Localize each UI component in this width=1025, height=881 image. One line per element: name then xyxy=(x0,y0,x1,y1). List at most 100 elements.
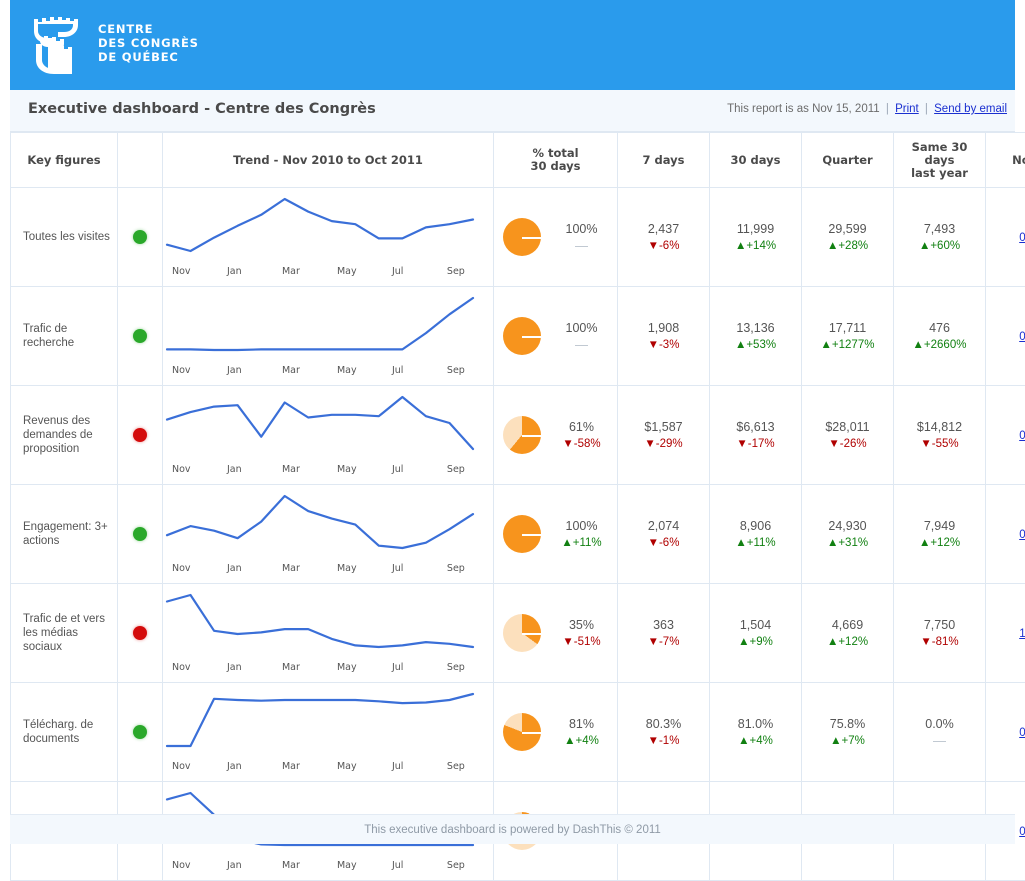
trend-arrow-icon: ▼ xyxy=(828,438,839,450)
dashboard-titlebar: Executive dashboard - Centre des Congrès… xyxy=(10,90,1015,132)
value-30-days: 1,504 xyxy=(712,616,799,634)
row-pct-total-cell: 100%— xyxy=(494,287,618,386)
notes-link[interactable]: 1 (±) xyxy=(1019,628,1025,640)
status-indicator-green-icon xyxy=(133,725,147,739)
axis-tick-jan: Jan xyxy=(218,365,273,376)
key-figures-table: Key figures Trend - Nov 2010 to Oct 2011… xyxy=(10,132,1025,881)
header-quarter: Quarter xyxy=(802,133,894,188)
delta-same-30-days: ▼-55% xyxy=(896,436,983,452)
trend-arrow-icon: ▲ xyxy=(919,240,930,252)
sparkline-chart: NovJanMarMayJulSep xyxy=(163,292,493,380)
value-30-days: 81.0% xyxy=(712,715,799,733)
row-trend-cell: NovJanMarMayJulSep xyxy=(163,188,494,287)
sparkline-axis: NovJanMarMayJulSep xyxy=(163,464,493,475)
value-same-30-days: $14,812 xyxy=(896,418,983,436)
header-status xyxy=(118,133,163,188)
row-notes-cell: 1 (±) xyxy=(986,584,1025,683)
pct-total-group: 100%▲+11% xyxy=(494,490,617,578)
notes-link[interactable]: 0 (±) xyxy=(1019,430,1025,442)
delta-30-days: ▲+14% xyxy=(712,238,799,254)
notes-count[interactable]: 0 xyxy=(1019,727,1025,739)
delta-7-days: ▼-6% xyxy=(620,535,707,551)
meta-separator-1: | xyxy=(883,103,892,115)
row-same-30-days-last-year-cell: $14,812▼-55% xyxy=(894,386,986,485)
value-7-days: 2,074 xyxy=(620,517,707,535)
table-row: Revenus des demandes de propositionNovJa… xyxy=(11,386,1025,485)
notes-count[interactable]: 0 xyxy=(1019,331,1025,343)
notes-link[interactable]: 0 (±) xyxy=(1019,727,1025,739)
row-same-30-days-last-year-cell: 7,750▼-81% xyxy=(894,584,986,683)
value-quarter: 17,711 xyxy=(804,319,891,337)
axis-tick-jan: Jan xyxy=(218,464,273,475)
pie-start-line xyxy=(522,435,541,437)
pct-total-value: 81% xyxy=(555,715,609,733)
notes-count[interactable]: 0 xyxy=(1019,430,1025,442)
row-status-cell xyxy=(118,584,163,683)
pct-total-group: 100%— xyxy=(494,193,617,281)
pct-total-value: 100% xyxy=(555,319,609,337)
value-7-days: 363 xyxy=(620,616,707,634)
notes-count[interactable]: 0 xyxy=(1019,232,1025,244)
notes-count[interactable]: 0 xyxy=(1019,529,1025,541)
delta-pct-total: — xyxy=(555,337,609,353)
value-7-days: $1,587 xyxy=(620,418,707,436)
status-indicator-green-icon xyxy=(133,329,147,343)
axis-tick-sep: Sep xyxy=(438,662,493,673)
row-label-5: Télécharg. de documents xyxy=(11,683,118,782)
pct-total-figures: 35%▼-51% xyxy=(555,616,609,650)
pct-total-figures: 81%▲+4% xyxy=(555,715,609,749)
notes-count[interactable]: 0 xyxy=(1019,826,1025,838)
pct-total-value: 61% xyxy=(555,418,609,436)
trend-arrow-icon: ▼ xyxy=(648,537,659,549)
trend-arrow-icon: ▲ xyxy=(827,636,838,648)
brand-wordmark: CENTRE DES CONGRÈS DE QUÉBEC xyxy=(98,22,199,64)
row-quarter-cell: 24,930▲+31% xyxy=(802,485,894,584)
header-30-days: 30 days xyxy=(710,133,802,188)
delta-quarter: ▲+12% xyxy=(804,634,891,650)
axis-tick-nov: Nov xyxy=(163,266,218,277)
trend-arrow-icon: ▼ xyxy=(648,240,659,252)
sparkline-axis: NovJanMarMayJulSep xyxy=(163,365,493,376)
row-status-cell xyxy=(118,386,163,485)
notes-link[interactable]: 0 (±) xyxy=(1019,826,1025,838)
castle-fortress-logo-icon xyxy=(28,8,86,78)
row-quarter-cell: 17,711▲+1277% xyxy=(802,287,894,386)
notes-count[interactable]: 1 xyxy=(1019,628,1025,640)
row-7-days-cell: 2,074▼-6% xyxy=(618,485,710,584)
trend-arrow-icon: ▲ xyxy=(735,537,746,549)
axis-tick-jan: Jan xyxy=(218,662,273,673)
axis-tick-mar: Mar xyxy=(273,563,328,574)
trend-arrow-icon: ▲ xyxy=(735,240,746,252)
axis-tick-may: May xyxy=(328,365,383,376)
pie-chart xyxy=(503,515,541,553)
pie-chart xyxy=(503,713,541,751)
trend-arrow-icon: ▲ xyxy=(821,339,832,351)
status-indicator-green-icon xyxy=(133,230,147,244)
print-link[interactable]: Print xyxy=(895,103,919,115)
value-30-days: 13,136 xyxy=(712,319,799,337)
send-by-email-link[interactable]: Send by email xyxy=(934,103,1007,115)
notes-link[interactable]: 0 (±) xyxy=(1019,331,1025,343)
axis-tick-jan: Jan xyxy=(218,563,273,574)
axis-tick-jul: Jul xyxy=(383,464,438,475)
axis-tick-may: May xyxy=(328,464,383,475)
table-row: Toutes les visitesNovJanMarMayJulSep100%… xyxy=(11,188,1025,287)
delta-30-days: ▲+4% xyxy=(712,733,799,749)
delta-same-30-days: ▲+60% xyxy=(896,238,983,254)
trend-arrow-icon: ▼ xyxy=(562,438,573,450)
table-row: Trafic de rechercheNovJanMarMayJulSep100… xyxy=(11,287,1025,386)
notes-link[interactable]: 0 (±) xyxy=(1019,232,1025,244)
row-trend-cell: NovJanMarMayJulSep xyxy=(163,287,494,386)
axis-tick-jan: Jan xyxy=(218,860,273,871)
table-row: Télécharg. de documentsNovJanMarMayJulSe… xyxy=(11,683,1025,782)
brand-line-2: DES CONGRÈS xyxy=(98,36,199,50)
value-30-days: 11,999 xyxy=(712,220,799,238)
sparkline-chart: NovJanMarMayJulSep xyxy=(163,490,493,578)
notes-link[interactable]: 0 (±) xyxy=(1019,529,1025,541)
trend-arrow-icon: ▲ xyxy=(735,339,746,351)
axis-tick-mar: Mar xyxy=(273,761,328,772)
delta-7-days: ▼-6% xyxy=(620,238,707,254)
axis-tick-sep: Sep xyxy=(438,464,493,475)
trend-arrow-icon: ▼ xyxy=(648,636,659,648)
row-trend-cell: NovJanMarMayJulSep xyxy=(163,386,494,485)
